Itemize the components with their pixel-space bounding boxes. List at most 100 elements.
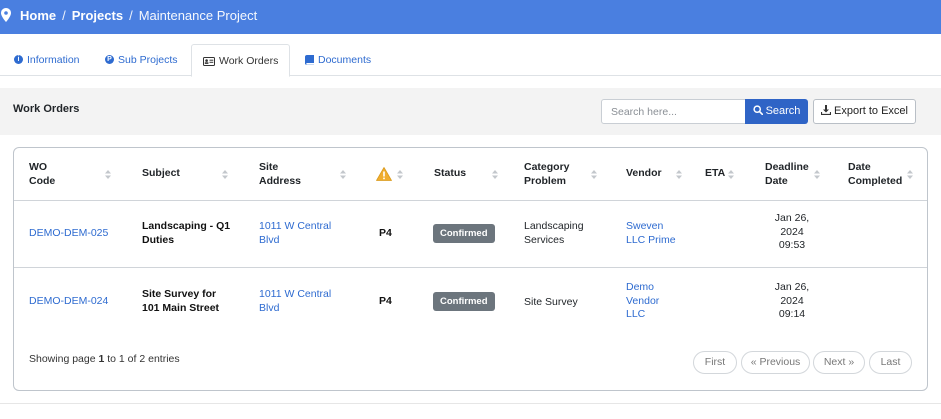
- vendor-line: LLC: [626, 308, 646, 320]
- site-address-link[interactable]: 1011 W Central Blvd: [259, 288, 331, 315]
- sort-icon[interactable]: [340, 170, 346, 179]
- export-to-excel-button[interactable]: Export to Excel: [813, 99, 916, 124]
- column-header-text: Status: [434, 167, 467, 179]
- row-divider: [14, 267, 927, 268]
- vendor-line: Vendor: [626, 294, 660, 307]
- column-header-wo-code[interactable]: WO Code: [29, 161, 55, 188]
- search-input[interactable]: [601, 99, 746, 124]
- work-orders-header: Work Orders Search Export to Excel: [0, 88, 941, 135]
- sort-icon[interactable]: [397, 170, 403, 179]
- sort-icon[interactable]: [105, 170, 111, 179]
- deadline-line: 09:53: [778, 239, 806, 251]
- first-page-button[interactable]: First: [693, 351, 737, 374]
- search-button-label: Search: [765, 105, 801, 117]
- tab-work-orders[interactable]: Work Orders: [191, 44, 291, 77]
- work-orders-table: WO Code Subject Site Address Status Cate…: [13, 147, 928, 391]
- address-line: 1011 W Central: [259, 288, 332, 300]
- tab-bar: i Information P Sub Projects Work Orders D…: [0, 44, 941, 77]
- column-header-subject[interactable]: Subject: [142, 167, 180, 181]
- export-button-label: Export to Excel: [834, 105, 908, 117]
- column-header-status[interactable]: Status: [434, 167, 466, 181]
- sort-icon[interactable]: [728, 170, 734, 179]
- top-bar: Home / Projects / Maintenance Project: [0, 0, 941, 34]
- wo-code-link[interactable]: DEMO-DEM-025: [29, 227, 108, 241]
- column-header-deadline-date[interactable]: Deadline Date: [765, 161, 809, 188]
- breadcrumb: Home / Projects / Maintenance Project: [20, 8, 257, 23]
- column-header-text: Deadline: [765, 161, 809, 173]
- previous-page-button[interactable]: « Previous: [741, 351, 810, 374]
- tab-information[interactable]: i Information: [14, 44, 80, 76]
- address-line: Blvd: [259, 301, 280, 314]
- search-button[interactable]: Search: [745, 99, 808, 124]
- warning-icon[interactable]: [376, 167, 392, 181]
- tab-sub-projects[interactable]: P Sub Projects: [105, 44, 178, 76]
- sort-icon[interactable]: [492, 170, 498, 179]
- category-line: Site Survey: [524, 296, 578, 308]
- column-header-text: ETA: [705, 167, 726, 179]
- column-header-text: Vendor: [626, 167, 662, 179]
- vendor-link[interactable]: Demo Vendor LLC: [626, 281, 659, 322]
- status-badge: Confirmed: [433, 224, 495, 243]
- column-header-category-problem[interactable]: Category Problem: [524, 161, 570, 188]
- id-card-icon: [203, 56, 215, 66]
- wo-code-link[interactable]: DEMO-DEM-024: [29, 295, 108, 309]
- subject-line: Site Survey for: [142, 288, 217, 300]
- pagination-text: to: [104, 353, 119, 365]
- address-line: 1011 W Central: [259, 220, 332, 232]
- category-problem: Landscaping Services: [524, 220, 584, 247]
- breadcrumb-current: Maintenance Project: [138, 8, 258, 23]
- wo-subject: Landscaping - Q1 Duties: [142, 220, 230, 247]
- site-address-link[interactable]: 1011 W Central Blvd: [259, 220, 331, 247]
- subject-line: Duties: [142, 233, 175, 246]
- vendor-line: LLC Prime: [626, 233, 676, 246]
- breadcrumb-separator: /: [62, 8, 66, 23]
- breadcrumb-home[interactable]: Home: [20, 8, 56, 23]
- sort-icon[interactable]: [814, 170, 820, 179]
- breadcrumb-projects[interactable]: Projects: [72, 8, 123, 23]
- deadline-line: 2024: [780, 225, 804, 238]
- column-header-text: Code: [29, 174, 56, 187]
- column-header-site-address[interactable]: Site Address: [259, 161, 301, 188]
- vendor-link[interactable]: Sweven LLC Prime: [626, 220, 676, 247]
- wo-subject: Site Survey for 101 Main Street: [142, 288, 219, 315]
- download-icon: [820, 105, 832, 116]
- next-page-button[interactable]: Next »: [813, 351, 865, 374]
- category-line: Landscaping: [524, 220, 584, 232]
- column-header-text: Completed: [848, 174, 903, 187]
- deadline-line: Jan 26,: [774, 281, 810, 293]
- status-badge: Confirmed: [433, 292, 495, 311]
- subject-line: 101 Main Street: [142, 301, 220, 314]
- column-header-text: WO: [29, 161, 48, 173]
- breadcrumb-separator: /: [129, 8, 133, 23]
- sort-icon[interactable]: [222, 170, 228, 179]
- tab-label: Sub Projects: [118, 54, 178, 66]
- p-circle-icon: P: [105, 54, 114, 64]
- column-header-eta[interactable]: ETA: [705, 167, 725, 181]
- priority-value: P4: [379, 295, 392, 307]
- pagination-info: Showing page 1 to 1 of 2 entries: [29, 353, 180, 365]
- info-circle-icon: i: [14, 54, 23, 64]
- subject-line: Landscaping - Q1: [142, 220, 231, 232]
- column-header-vendor[interactable]: Vendor: [626, 167, 662, 181]
- vendor-line: Sweven: [626, 220, 664, 232]
- row-divider: [14, 200, 927, 201]
- section-title: Work Orders: [13, 103, 80, 115]
- tab-label: Information: [27, 54, 80, 66]
- tab-label: Documents: [318, 54, 372, 66]
- deadline-date: Jan 26, 2024 09:53: [767, 212, 817, 253]
- last-page-button[interactable]: Last: [869, 351, 912, 374]
- search-icon: [752, 105, 763, 116]
- column-header-date-completed[interactable]: Date Completed: [848, 161, 902, 188]
- column-header-text: Subject: [142, 167, 180, 179]
- deadline-date: Jan 26, 2024 09:14: [767, 281, 817, 322]
- sort-icon[interactable]: [591, 170, 597, 179]
- tab-documents[interactable]: Documents: [305, 44, 371, 76]
- sort-icon[interactable]: [676, 170, 682, 179]
- deadline-line: 09:14: [778, 308, 806, 320]
- sort-icon[interactable]: [907, 170, 913, 179]
- tab-label: Work Orders: [219, 55, 279, 67]
- column-header-text: Problem: [524, 174, 567, 187]
- pagination-text: Showing page: [29, 353, 99, 365]
- pagination-text: entries: [145, 353, 180, 365]
- address-line: Blvd: [259, 233, 280, 246]
